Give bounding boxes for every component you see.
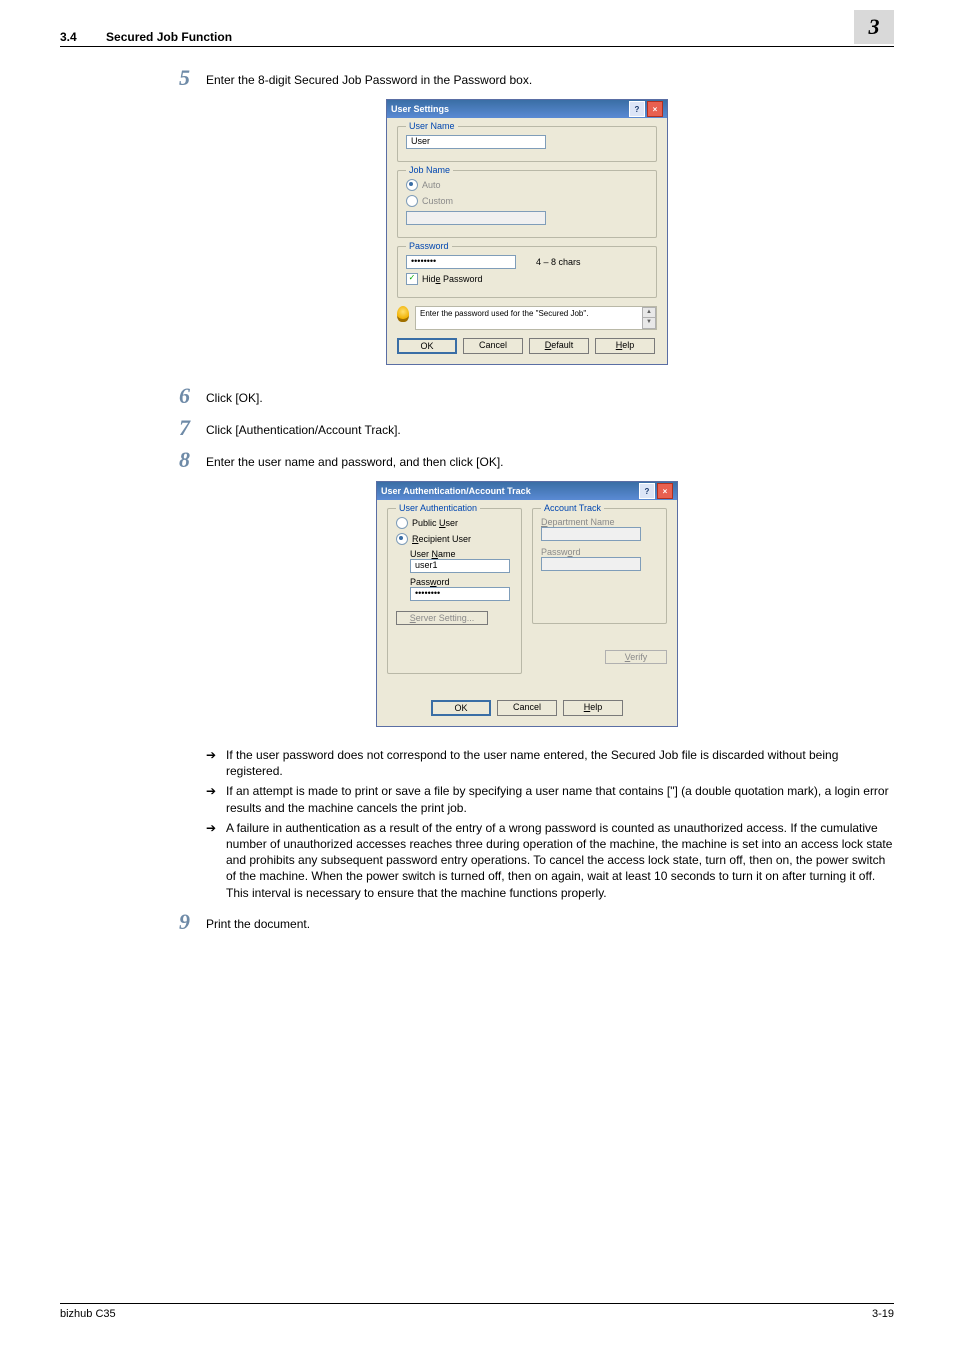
dialog1-titlebar[interactable]: User Settings ? × — [387, 100, 667, 118]
arrow-icon: ➔ — [206, 783, 226, 815]
password-range: 4 – 8 chars — [536, 257, 581, 267]
hint-text-content: Enter the password used for the "Secured… — [420, 309, 588, 318]
step-9-text: Print the document. — [206, 911, 894, 931]
ok-button[interactable]: OK — [397, 338, 457, 354]
group-jobname: Job Name Auto Custom — [397, 170, 657, 238]
header-rule — [60, 46, 894, 47]
acct-password-input — [541, 557, 641, 571]
cancel-button[interactable]: Cancel — [497, 700, 557, 716]
step-8-text: Enter the user name and password, and th… — [206, 449, 894, 469]
step-7: 7 Click [Authentication/Account Track]. — [160, 417, 894, 439]
close-icon[interactable]: × — [647, 101, 663, 117]
dialog1-button-row: OK Cancel Default Help — [397, 338, 657, 354]
page-header-left: 3.4 Secured Job Function — [60, 30, 232, 44]
footer-left: bizhub C35 — [60, 1308, 116, 1320]
dept-name-label: Department Name — [541, 517, 658, 527]
group-password-legend: Password — [406, 241, 452, 251]
step-7-number: 7 — [160, 417, 190, 439]
page-footer: bizhub C35 3-19 — [60, 1303, 894, 1320]
jobname-custom-input — [406, 211, 546, 225]
note-1-text: If the user password does not correspond… — [226, 747, 894, 779]
help-button[interactable]: Help — [595, 338, 655, 354]
footer-right: 3-19 — [872, 1308, 894, 1320]
group-username: User Name User — [397, 126, 657, 162]
figure-user-settings: User Settings ? × User Name User — [160, 99, 894, 365]
default-button[interactable]: Default — [529, 338, 589, 354]
help-button[interactable]: Help — [563, 700, 623, 716]
auth-password-input[interactable]: •••••••• — [410, 587, 510, 601]
step-5-number: 5 — [160, 67, 190, 89]
section-number: 3.4 — [60, 30, 77, 44]
close-icon[interactable]: × — [657, 483, 673, 499]
username-input[interactable]: User — [406, 135, 546, 149]
dialog2-titlebar[interactable]: User Authentication/Account Track ? × — [377, 482, 677, 500]
auth-dialog: User Authentication/Account Track ? × Us… — [376, 481, 678, 727]
dept-name-input — [541, 527, 641, 541]
step-9: 9 Print the document. — [160, 911, 894, 933]
group-user-auth-legend: User Authentication — [396, 503, 480, 513]
group-username-legend: User Name — [406, 121, 458, 131]
step-9-number: 9 — [160, 911, 190, 933]
dialog2-button-row: OK Cancel Help — [387, 700, 667, 716]
group-account-track: Account Track Department Name Password — [532, 508, 667, 624]
radio-recipient-user-label: Recipient User — [412, 534, 471, 544]
step-8: 8 Enter the user name and password, and … — [160, 449, 894, 471]
radio-recipient-user[interactable] — [396, 533, 408, 545]
hide-password-checkbox[interactable] — [406, 273, 418, 285]
notes-list: ➔ If the user password does not correspo… — [206, 747, 894, 901]
radio-custom-label: Custom — [422, 196, 453, 206]
arrow-icon: ➔ — [206, 820, 226, 901]
bulb-icon — [397, 306, 409, 322]
chapter-box: 3 — [854, 10, 894, 44]
help-icon[interactable]: ? — [639, 483, 655, 499]
step-6: 6 Click [OK]. — [160, 385, 894, 407]
help-icon[interactable]: ? — [629, 101, 645, 117]
note-2: ➔ If an attempt is made to print or save… — [206, 783, 894, 815]
step-7-text: Click [Authentication/Account Track]. — [206, 417, 894, 437]
figure-auth-dialog: User Authentication/Account Track ? × Us… — [160, 481, 894, 727]
password-input[interactable]: •••••••• — [406, 255, 516, 269]
hint-text: Enter the password used for the "Secured… — [415, 306, 657, 330]
ok-button[interactable]: OK — [431, 700, 491, 716]
hide-password-label: Hide Password — [422, 274, 483, 284]
dialog2-title: User Authentication/Account Track — [381, 486, 531, 496]
radio-custom[interactable] — [406, 195, 418, 207]
step-6-text: Click [OK]. — [206, 385, 894, 405]
auth-password-label: Password — [410, 577, 513, 587]
radio-public-user-label: Public User — [412, 518, 458, 528]
group-account-track-legend: Account Track — [541, 503, 604, 513]
dialog1-title: User Settings — [391, 104, 449, 114]
radio-auto-label: Auto — [422, 180, 441, 190]
auth-username-input[interactable]: user1 — [410, 559, 510, 573]
chapter-number: 3 — [869, 14, 880, 40]
arrow-icon: ➔ — [206, 747, 226, 779]
note-1: ➔ If the user password does not correspo… — [206, 747, 894, 779]
step-6-number: 6 — [160, 385, 190, 407]
step-5-text: Enter the 8-digit Secured Job Password i… — [206, 67, 894, 87]
group-user-auth: User Authentication Public User Recipien… — [387, 508, 522, 674]
server-setting-button[interactable]: Server Setting... — [396, 611, 488, 625]
radio-public-user[interactable] — [396, 517, 408, 529]
note-3: ➔ A failure in authentication as a resul… — [206, 820, 894, 901]
radio-auto[interactable] — [406, 179, 418, 191]
note-3-text: A failure in authentication as a result … — [226, 820, 894, 901]
hint-row: Enter the password used for the "Secured… — [397, 306, 657, 330]
step-8-number: 8 — [160, 449, 190, 471]
user-settings-dialog: User Settings ? × User Name User — [386, 99, 668, 365]
group-password: Password •••••••• 4 – 8 chars Hide Passw… — [397, 246, 657, 298]
note-2-text: If an attempt is made to print or save a… — [226, 783, 894, 815]
step-5: 5 Enter the 8-digit Secured Job Password… — [160, 67, 894, 89]
section-title: Secured Job Function — [106, 30, 232, 44]
acct-password-label: Password — [541, 547, 658, 557]
group-jobname-legend: Job Name — [406, 165, 453, 175]
cancel-button[interactable]: Cancel — [463, 338, 523, 354]
auth-username-label: User Name — [410, 549, 513, 559]
scroll-down-icon[interactable]: ▼ — [642, 317, 656, 329]
verify-button[interactable]: Verify — [605, 650, 667, 664]
